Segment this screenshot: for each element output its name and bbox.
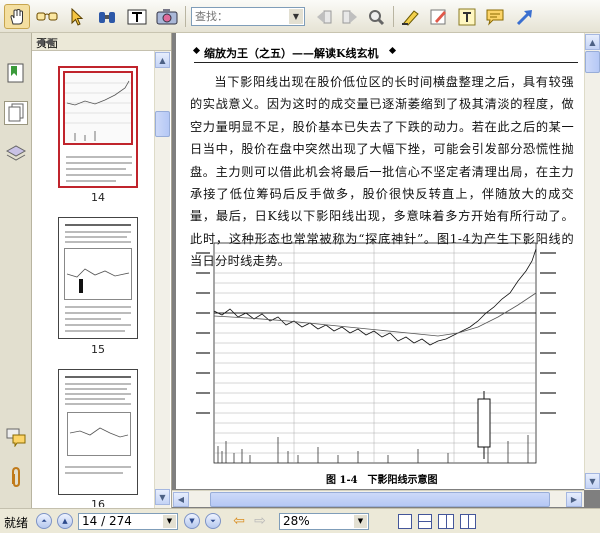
document-vertical-scrollbar[interactable]: ▲ ▼ <box>584 33 600 490</box>
header-title: 缩放为王（之五）——解读K线玄机 <box>204 47 379 60</box>
scroll-left-icon[interactable]: ◀ <box>173 492 189 507</box>
select-glasses-icon[interactable] <box>34 4 60 29</box>
status-text: 就绪 <box>4 516 29 530</box>
bookmarks-icon[interactable] <box>4 61 28 85</box>
scroll-down-icon[interactable]: ▼ <box>585 473 600 489</box>
attachments-icon[interactable] <box>4 465 28 489</box>
find-dropdown-icon[interactable]: ▼ <box>289 9 303 24</box>
arrow-tool-icon[interactable] <box>512 4 538 29</box>
scrollbar-thumb[interactable] <box>585 51 600 73</box>
zoom-dropdown-icon[interactable]: ▼ <box>354 515 367 528</box>
scrollbar-thumb[interactable] <box>210 492 550 507</box>
document-horizontal-scrollbar[interactable]: ◀ ▶ <box>172 490 584 507</box>
facing-pages-icon[interactable] <box>438 514 454 529</box>
find-input[interactable] <box>192 8 288 25</box>
toolbar: ▼ <box>0 0 600 33</box>
continuous-page-icon[interactable] <box>418 514 432 529</box>
page-number-value: 14 / 274 <box>82 514 132 528</box>
intraday-chart-figure <box>196 242 556 464</box>
page-thumbnail[interactable] <box>58 66 138 188</box>
figure-caption: 图 1-4 下影阳线示意图 <box>326 475 438 486</box>
go-back-icon[interactable]: ⇦ <box>230 513 248 529</box>
continuous-facing-icon[interactable] <box>460 514 476 529</box>
scroll-up-icon[interactable]: ▲ <box>155 52 170 68</box>
page-thumbnail[interactable] <box>58 369 138 495</box>
page-thumbnail[interactable] <box>58 217 138 339</box>
previous-page-icon[interactable]: ▲ <box>57 513 73 529</box>
find-field[interactable]: ▼ <box>191 7 305 26</box>
hand-tool-icon[interactable] <box>4 4 30 29</box>
thumbnail-panel-header: 页面 ◀◀ <box>32 33 171 51</box>
navigation-rail <box>0 33 32 508</box>
thumbnail-label: 16 <box>91 498 105 507</box>
snapshot-camera-icon[interactable] <box>154 4 180 29</box>
next-result-icon[interactable] <box>337 4 363 29</box>
scroll-right-icon[interactable]: ▶ <box>566 492 582 507</box>
search-zoom-icon[interactable] <box>363 4 389 29</box>
highlight-icon[interactable] <box>398 4 424 29</box>
scroll-up-icon[interactable]: ▲ <box>585 34 600 50</box>
first-page-icon[interactable]: ⏶ <box>36 513 52 529</box>
scroll-down-icon[interactable]: ▼ <box>155 489 170 505</box>
thumbnail-panel: 页面 ◀◀ 14 15 16 ▲ ▼ <box>32 33 172 508</box>
text-box-icon[interactable] <box>454 4 480 29</box>
text-select-icon[interactable] <box>124 4 150 29</box>
last-page-icon[interactable]: ⏷ <box>205 513 221 529</box>
running-header: 缩放为王（之五）——解读K线玄机 <box>192 43 578 63</box>
thumbnail-label: 15 <box>91 343 105 356</box>
status-bar: 就绪 ⏶ ▲ 14 / 274 ▼ ▼ ⏷ ⇦ ⇨ 28% ▼ <box>0 508 600 533</box>
thumbnail-label: 14 <box>91 191 105 204</box>
page-number-field[interactable]: 14 / 274 ▼ <box>78 513 178 530</box>
zoom-value: 28% <box>283 514 310 528</box>
thumbnail-scrollbar[interactable]: ▲ ▼ <box>154 51 170 508</box>
zoom-field[interactable]: 28% ▼ <box>279 513 369 530</box>
single-page-icon[interactable] <box>398 514 412 529</box>
document-view[interactable]: 缩放为王（之五）——解读K线玄机 当下影阳线出现在股价低位区的长时间横盘整理之后… <box>172 33 600 508</box>
note-pad-icon[interactable] <box>426 4 452 29</box>
page-thumbnails-icon[interactable] <box>4 101 28 125</box>
comments-panel-icon[interactable] <box>4 425 28 449</box>
page-dropdown-icon[interactable]: ▼ <box>163 515 176 528</box>
binoculars-icon[interactable] <box>94 4 120 29</box>
document-page: 缩放为王（之五）——解读K线玄机 当下影阳线出现在股价低位区的长时间横盘整理之后… <box>176 33 584 489</box>
next-page-icon[interactable]: ▼ <box>184 513 200 529</box>
collapse-panel-icon[interactable]: ◀◀ <box>36 35 167 48</box>
go-forward-icon[interactable]: ⇨ <box>251 513 269 529</box>
layers-icon[interactable] <box>4 141 28 165</box>
scrollbar-thumb[interactable] <box>155 111 170 137</box>
comment-icon[interactable] <box>482 4 508 29</box>
prev-result-icon[interactable] <box>311 4 337 29</box>
select-arrow-icon[interactable] <box>64 4 90 29</box>
